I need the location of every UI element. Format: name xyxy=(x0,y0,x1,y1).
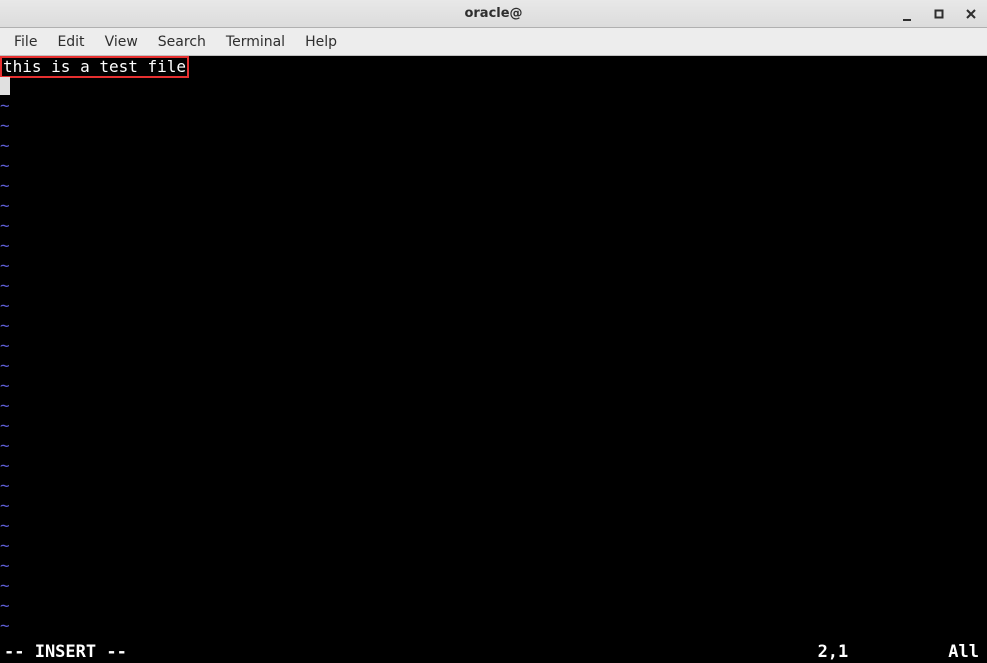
close-button[interactable] xyxy=(961,4,981,24)
window-title: oracle@ xyxy=(464,6,522,21)
menu-view[interactable]: View xyxy=(95,30,148,54)
tilde-line: ~ xyxy=(0,156,987,176)
tilde-line: ~ xyxy=(0,596,987,616)
tilde-line: ~ xyxy=(0,516,987,536)
vim-mode: -- INSERT -- xyxy=(4,642,127,662)
tilde-line: ~ xyxy=(0,216,987,236)
cursor-position: 2,1 xyxy=(818,642,849,662)
menubar: File Edit View Search Terminal Help xyxy=(0,28,987,56)
tilde-line: ~ xyxy=(0,96,987,116)
menu-file[interactable]: File xyxy=(4,30,47,54)
terminal-area[interactable]: this is a test file ~~~~~~~~~~~~~~~~~~~~… xyxy=(0,56,987,663)
menu-search[interactable]: Search xyxy=(148,30,216,54)
menu-terminal[interactable]: Terminal xyxy=(216,30,295,54)
tilde-line: ~ xyxy=(0,476,987,496)
tilde-line: ~ xyxy=(0,176,987,196)
tilde-line: ~ xyxy=(0,236,987,256)
tilde-line: ~ xyxy=(0,456,987,476)
tilde-line: ~ xyxy=(0,136,987,156)
tilde-line: ~ xyxy=(0,396,987,416)
menu-help[interactable]: Help xyxy=(295,30,347,54)
tilde-line: ~ xyxy=(0,616,987,636)
menu-edit[interactable]: Edit xyxy=(47,30,94,54)
tilde-line: ~ xyxy=(0,496,987,516)
tilde-line: ~ xyxy=(0,116,987,136)
tilde-line: ~ xyxy=(0,276,987,296)
tilde-line: ~ xyxy=(0,536,987,556)
file-content-line: this is a test file xyxy=(0,56,189,78)
tilde-line: ~ xyxy=(0,436,987,456)
maximize-button[interactable] xyxy=(929,4,949,24)
tilde-line: ~ xyxy=(0,196,987,216)
editor-line-1: this is a test file xyxy=(0,56,987,76)
tilde-line: ~ xyxy=(0,356,987,376)
tilde-line: ~ xyxy=(0,416,987,436)
tilde-line: ~ xyxy=(0,296,987,316)
editor-line-2 xyxy=(0,76,987,96)
tilde-line: ~ xyxy=(0,316,987,336)
vim-status-line: -- INSERT -- 2,1 All xyxy=(0,641,987,663)
tilde-line: ~ xyxy=(0,556,987,576)
tilde-line: ~ xyxy=(0,256,987,276)
tilde-lines: ~~~~~~~~~~~~~~~~~~~~~~~~~~~ xyxy=(0,96,987,636)
tilde-line: ~ xyxy=(0,336,987,356)
window-controls xyxy=(897,4,981,24)
tilde-line: ~ xyxy=(0,576,987,596)
tilde-line: ~ xyxy=(0,376,987,396)
cursor xyxy=(0,77,10,95)
minimize-button[interactable] xyxy=(897,7,917,27)
scroll-percent: All xyxy=(948,642,979,662)
titlebar: oracle@ xyxy=(0,0,987,28)
